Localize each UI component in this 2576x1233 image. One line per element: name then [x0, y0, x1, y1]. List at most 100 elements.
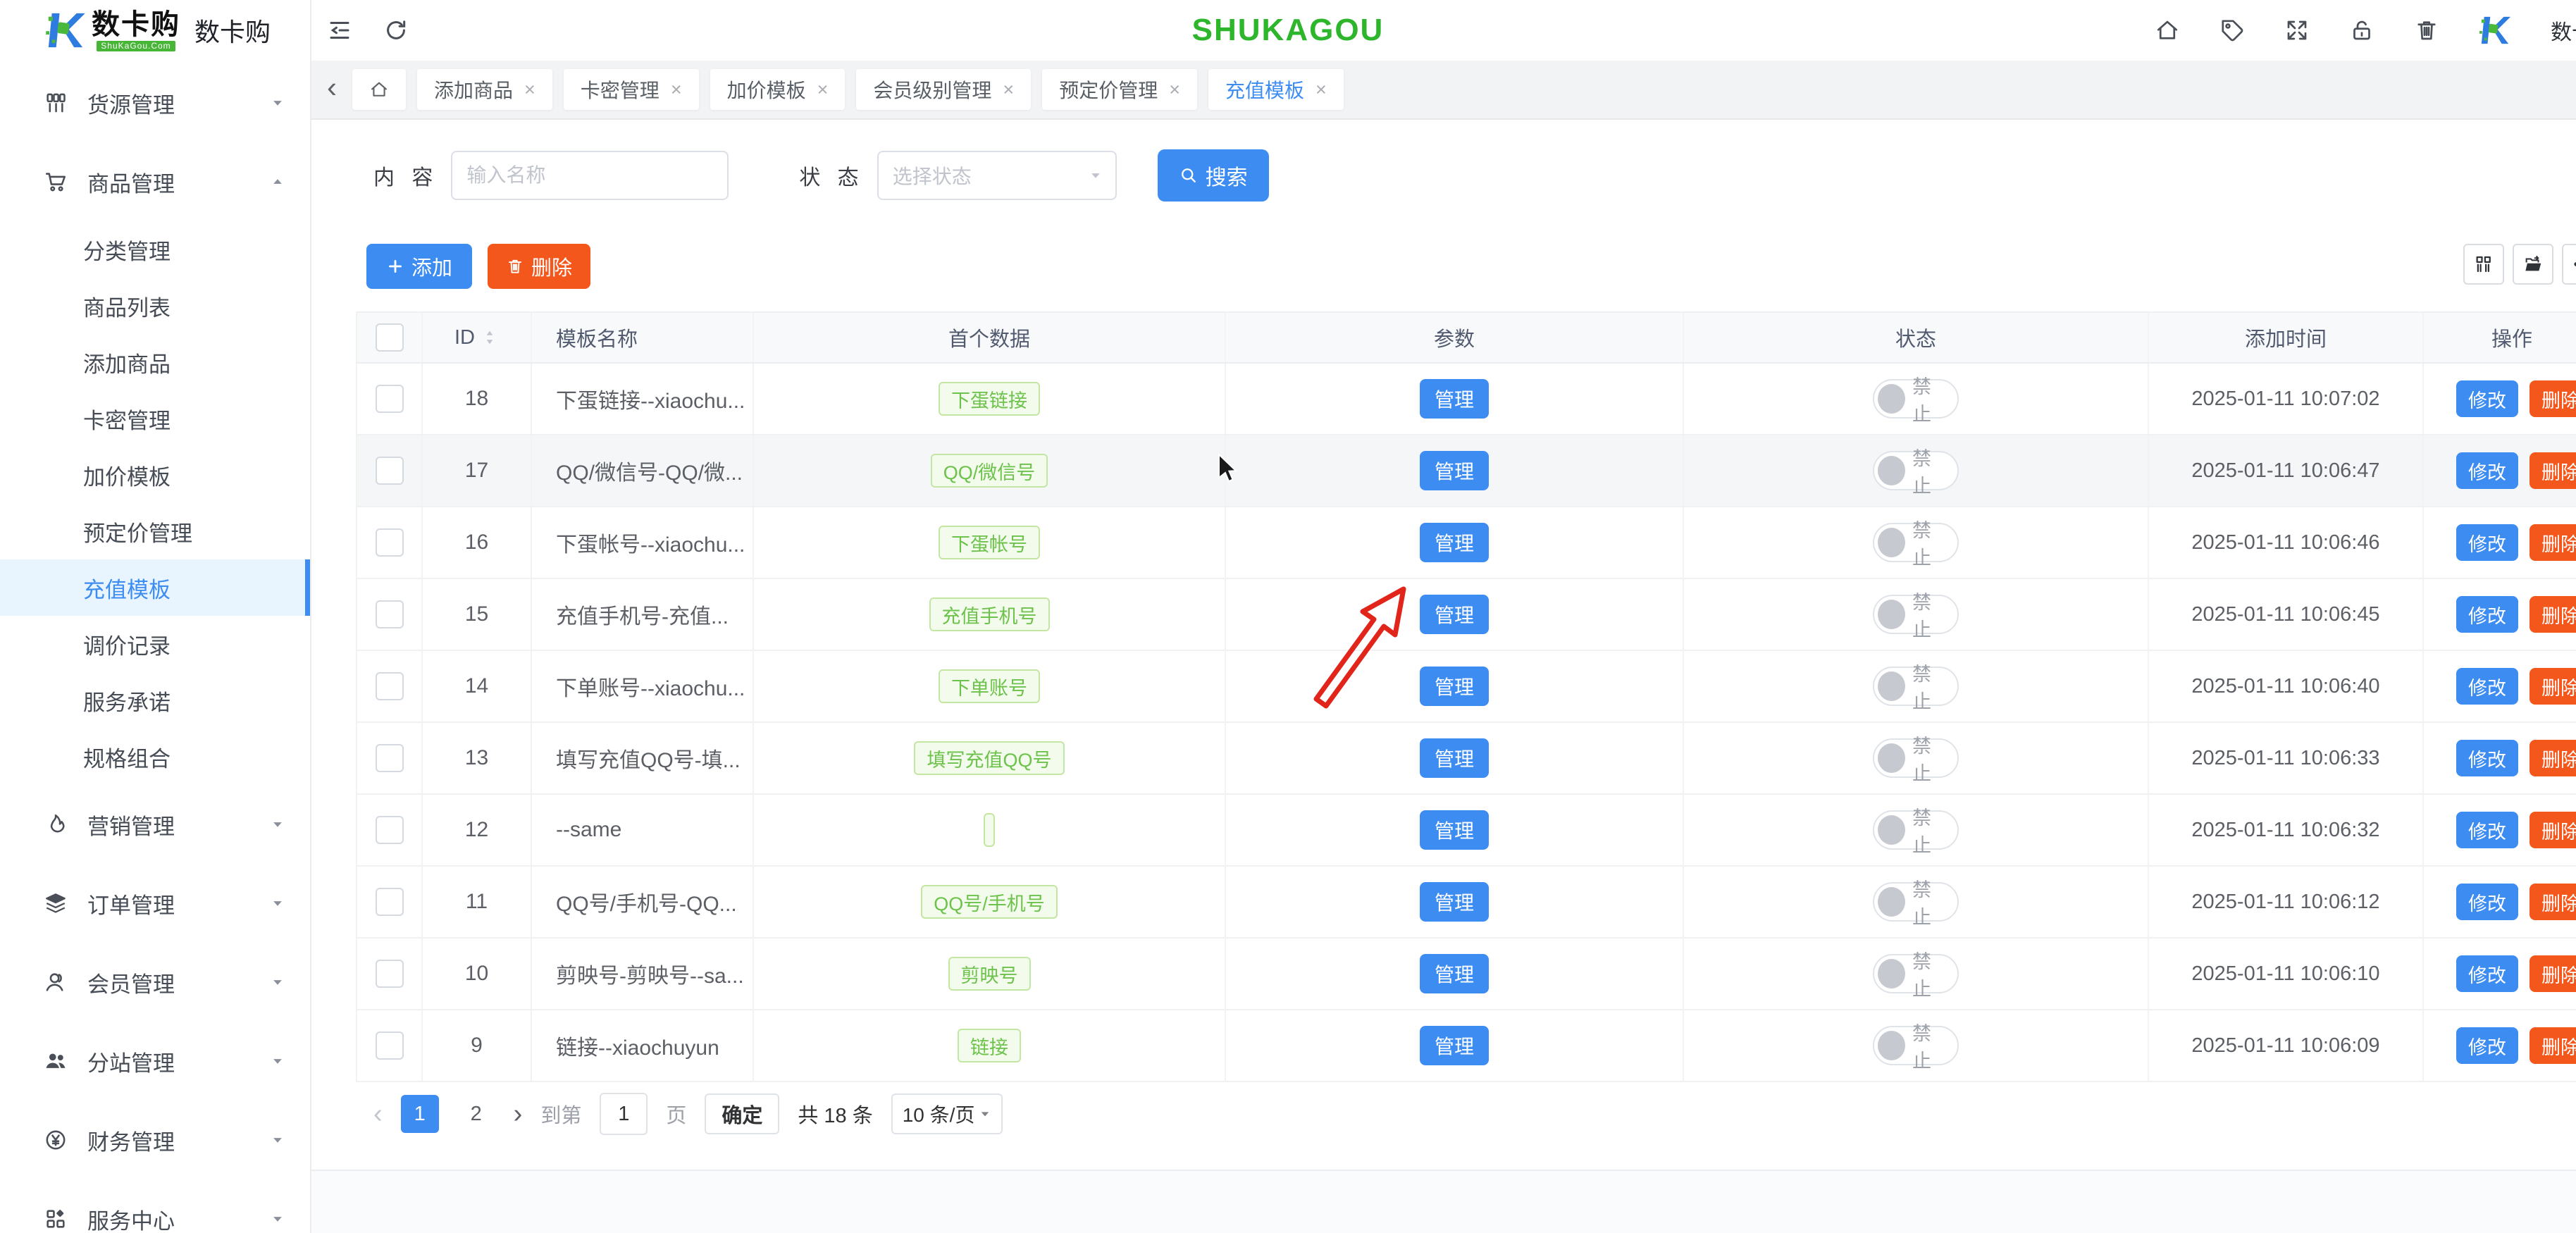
page-2-button[interactable]: 2	[457, 1095, 495, 1133]
close-icon[interactable]: ×	[524, 79, 535, 101]
trash-icon[interactable]	[2414, 18, 2439, 43]
sidebar-item[interactable]: 商品列表	[0, 278, 310, 334]
edit-button[interactable]: 修改	[2456, 955, 2518, 992]
sidebar-group-1[interactable]: 商品管理	[0, 142, 310, 221]
status-toggle[interactable]: 禁止	[1873, 810, 1959, 850]
delete-row-button[interactable]: 删除	[2529, 452, 2576, 489]
tab-2[interactable]: 卡密管理×	[564, 69, 699, 110]
tab-5[interactable]: 预定价管理×	[1042, 69, 1197, 110]
sidebar-item[interactable]: 分类管理	[0, 221, 310, 278]
row-checkbox[interactable]	[376, 672, 404, 700]
edit-button[interactable]: 修改	[2456, 452, 2518, 489]
sidebar-item[interactable]: 预定价管理	[0, 503, 310, 559]
row-checkbox[interactable]	[376, 1031, 404, 1060]
expand-icon[interactable]	[2284, 18, 2310, 43]
sidebar-item[interactable]: 卡密管理	[0, 390, 310, 447]
tab-6[interactable]: 充值模板×	[1208, 69, 1344, 110]
tag-icon[interactable]	[2219, 18, 2245, 43]
table-row[interactable]: 12 --same 管理 禁止 2025-01-11 10:06:32 修改 删…	[356, 795, 2576, 867]
sidebar-group-0[interactable]: 货源管理	[0, 63, 310, 142]
delete-row-button[interactable]: 删除	[2529, 812, 2576, 848]
table-row[interactable]: 16 下蛋帐号--xiaochu... 下蛋帐号 管理 禁止 2025-01-1…	[356, 507, 2576, 579]
row-checkbox[interactable]	[376, 457, 404, 485]
sidebar-item[interactable]: 加价模板	[0, 447, 310, 503]
row-checkbox[interactable]	[376, 888, 404, 916]
edit-button[interactable]: 修改	[2456, 524, 2518, 561]
page-1-button[interactable]: 1	[401, 1095, 439, 1133]
table-row[interactable]: 10 剪映号-剪映号--sa... 剪映号 管理 禁止 2025-01-11 1…	[356, 938, 2576, 1010]
table-row[interactable]: 11 QQ号/手机号-QQ... QQ号/手机号 管理 禁止 2025-01-1…	[356, 867, 2576, 938]
prev-page-button[interactable]: ‹	[373, 1099, 383, 1129]
sidebar-group-5[interactable]: 分站管理	[0, 1022, 310, 1101]
manage-button[interactable]: 管理	[1420, 379, 1489, 419]
edit-button[interactable]: 修改	[2456, 1027, 2518, 1064]
add-button[interactable]: 添加	[366, 244, 472, 289]
close-icon[interactable]: ×	[671, 79, 682, 101]
manage-button[interactable]: 管理	[1420, 882, 1489, 922]
edit-button[interactable]: 修改	[2456, 884, 2518, 920]
fold-icon[interactable]	[327, 18, 352, 43]
sidebar-group-4[interactable]: 会员管理	[0, 943, 310, 1022]
row-checkbox[interactable]	[376, 528, 404, 557]
page-size-select[interactable]: 10 条/页	[891, 1093, 1003, 1134]
home-icon[interactable]	[2155, 18, 2180, 43]
close-icon[interactable]: ×	[1315, 79, 1327, 101]
close-icon[interactable]: ×	[1003, 79, 1014, 101]
refresh-icon[interactable]	[383, 18, 409, 43]
status-toggle[interactable]: 禁止	[1873, 1026, 1959, 1065]
edit-button[interactable]: 修改	[2456, 596, 2518, 633]
sidebar-item[interactable]: 添加商品	[0, 334, 310, 390]
row-checkbox[interactable]	[376, 600, 404, 628]
next-page-button[interactable]: ›	[514, 1099, 523, 1129]
status-toggle[interactable]: 禁止	[1873, 954, 1959, 993]
close-icon[interactable]: ×	[817, 79, 829, 101]
delete-button[interactable]: 删除	[488, 244, 590, 289]
delete-row-button[interactable]: 删除	[2529, 596, 2576, 633]
delete-row-button[interactable]: 删除	[2529, 1027, 2576, 1064]
delete-row-button[interactable]: 删除	[2529, 524, 2576, 561]
status-toggle[interactable]: 禁止	[1873, 523, 1959, 562]
sidebar-group-6[interactable]: 财务管理	[0, 1101, 310, 1179]
sidebar-item[interactable]: 调价记录	[0, 616, 310, 672]
edit-button[interactable]: 修改	[2456, 740, 2518, 776]
tabs-back-button[interactable]: ‹	[327, 70, 337, 104]
status-toggle[interactable]: 禁止	[1873, 882, 1959, 922]
manage-button[interactable]: 管理	[1420, 451, 1489, 490]
sidebar-logo[interactable]: 数卡购 ShuKaGou.Com 数卡购	[0, 0, 310, 61]
search-button[interactable]: 搜索	[1158, 149, 1269, 202]
row-checkbox[interactable]	[376, 960, 404, 988]
status-toggle[interactable]: 禁止	[1873, 451, 1959, 490]
delete-row-button[interactable]: 删除	[2529, 955, 2576, 992]
status-toggle[interactable]: 禁止	[1873, 667, 1959, 706]
tab-4[interactable]: 会员级别管理×	[856, 69, 1031, 110]
manage-button[interactable]: 管理	[1420, 667, 1489, 706]
row-checkbox[interactable]	[376, 816, 404, 844]
tab-1[interactable]: 添加商品×	[417, 69, 552, 110]
select-all-checkbox[interactable]	[376, 323, 404, 352]
tab-3[interactable]: 加价模板×	[710, 69, 846, 110]
close-icon[interactable]: ×	[1169, 79, 1180, 101]
manage-button[interactable]: 管理	[1420, 1026, 1489, 1065]
table-row[interactable]: 18 下蛋链接--xiaochu... 下蛋链接 管理 禁止 2025-01-1…	[356, 364, 2576, 435]
sidebar-group-7[interactable]: 服务中心	[0, 1179, 310, 1233]
status-toggle[interactable]: 禁止	[1873, 738, 1959, 778]
sidebar-group-3[interactable]: 订单管理	[0, 864, 310, 943]
table-row[interactable]: 15 充值手机号-充值... 充值手机号 管理 禁止 2025-01-11 10…	[356, 579, 2576, 651]
status-toggle[interactable]: 禁止	[1873, 595, 1959, 634]
sidebar-group-2[interactable]: 营销管理	[0, 785, 310, 864]
delete-row-button[interactable]: 删除	[2529, 668, 2576, 705]
export-button[interactable]	[2513, 244, 2553, 285]
edit-button[interactable]: 修改	[2456, 812, 2518, 848]
sort-icon[interactable]	[481, 328, 499, 347]
goto-page-input[interactable]	[600, 1093, 648, 1135]
row-checkbox[interactable]	[376, 744, 404, 772]
tab-0[interactable]	[352, 69, 406, 110]
table-row[interactable]: 13 填写充值QQ号-填... 填写充值QQ号 管理 禁止 2025-01-11…	[356, 723, 2576, 795]
manage-button[interactable]: 管理	[1420, 738, 1489, 778]
delete-row-button[interactable]: 删除	[2529, 884, 2576, 920]
status-toggle[interactable]: 禁止	[1873, 379, 1959, 419]
edit-button[interactable]: 修改	[2456, 668, 2518, 705]
table-row[interactable]: 17 QQ/微信号-QQ/微... QQ/微信号 管理 禁止 2025-01-1…	[356, 435, 2576, 507]
status-select[interactable]: 选择状态	[877, 151, 1117, 200]
content-input[interactable]	[451, 151, 729, 200]
